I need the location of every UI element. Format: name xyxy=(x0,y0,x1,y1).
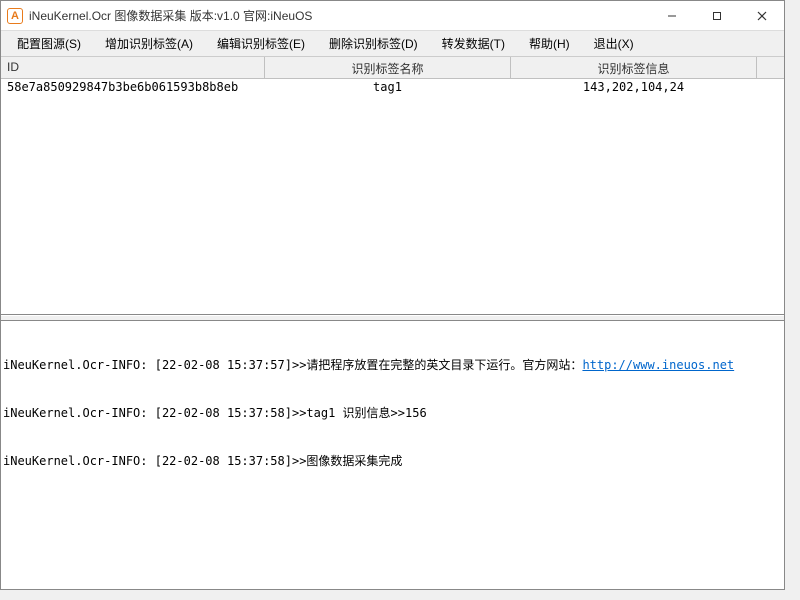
close-icon xyxy=(757,11,767,21)
tag-table: ID 识别标签名称 识别标签信息 58e7a850929847b3be6b061… xyxy=(1,57,784,315)
maximize-icon xyxy=(712,11,722,21)
table-header: ID 识别标签名称 识别标签信息 xyxy=(1,57,784,79)
menu-add-tag[interactable]: 增加识别标签(A) xyxy=(93,32,205,55)
log-link[interactable]: http://www.ineuos.net xyxy=(582,358,734,372)
menu-edit-tag[interactable]: 编辑识别标签(E) xyxy=(205,32,317,55)
table-row[interactable]: 58e7a850929847b3be6b061593b8b8eb tag1 14… xyxy=(1,79,784,97)
log-line: iNeuKernel.Ocr-INFO: [22-02-08 15:37:57]… xyxy=(3,357,782,373)
log-text: iNeuKernel.Ocr-INFO: [22-02-08 15:37:57]… xyxy=(3,358,582,372)
window-title: iNeuKernel.Ocr 图像数据采集 版本:v1.0 官网:iNeuOS xyxy=(29,7,649,24)
log-text: iNeuKernel.Ocr-INFO: [22-02-08 15:37:58]… xyxy=(3,454,402,468)
log-line: iNeuKernel.Ocr-INFO: [22-02-08 15:37:58]… xyxy=(3,453,782,469)
cell-name: tag1 xyxy=(265,79,511,97)
col-header-id[interactable]: ID xyxy=(1,57,265,78)
log-line: iNeuKernel.Ocr-INFO: [22-02-08 15:37:58]… xyxy=(3,405,782,421)
menu-help[interactable]: 帮助(H) xyxy=(517,32,582,55)
menubar: 配置图源(S) 增加识别标签(A) 编辑识别标签(E) 删除识别标签(D) 转发… xyxy=(1,31,784,57)
menu-exit[interactable]: 退出(X) xyxy=(582,32,646,55)
close-button[interactable] xyxy=(739,1,784,30)
window-controls xyxy=(649,1,784,30)
log-text: iNeuKernel.Ocr-INFO: [22-02-08 15:37:58]… xyxy=(3,406,427,420)
col-header-name[interactable]: 识别标签名称 xyxy=(265,57,511,78)
maximize-button[interactable] xyxy=(694,1,739,30)
menu-delete-tag[interactable]: 删除识别标签(D) xyxy=(317,32,430,55)
cell-info: 143,202,104,24 xyxy=(511,79,757,97)
minimize-button[interactable] xyxy=(649,1,694,30)
cell-id: 58e7a850929847b3be6b061593b8b8eb xyxy=(1,79,265,97)
app-window: A iNeuKernel.Ocr 图像数据采集 版本:v1.0 官网:iNeuO… xyxy=(0,0,785,590)
titlebar: A iNeuKernel.Ocr 图像数据采集 版本:v1.0 官网:iNeuO… xyxy=(1,1,784,31)
menu-configure-source[interactable]: 配置图源(S) xyxy=(5,32,93,55)
menu-forward-data[interactable]: 转发数据(T) xyxy=(430,32,517,55)
app-icon: A xyxy=(7,8,23,24)
minimize-icon xyxy=(667,11,677,21)
col-header-info[interactable]: 识别标签信息 xyxy=(511,57,757,78)
log-panel[interactable]: iNeuKernel.Ocr-INFO: [22-02-08 15:37:57]… xyxy=(1,321,784,589)
